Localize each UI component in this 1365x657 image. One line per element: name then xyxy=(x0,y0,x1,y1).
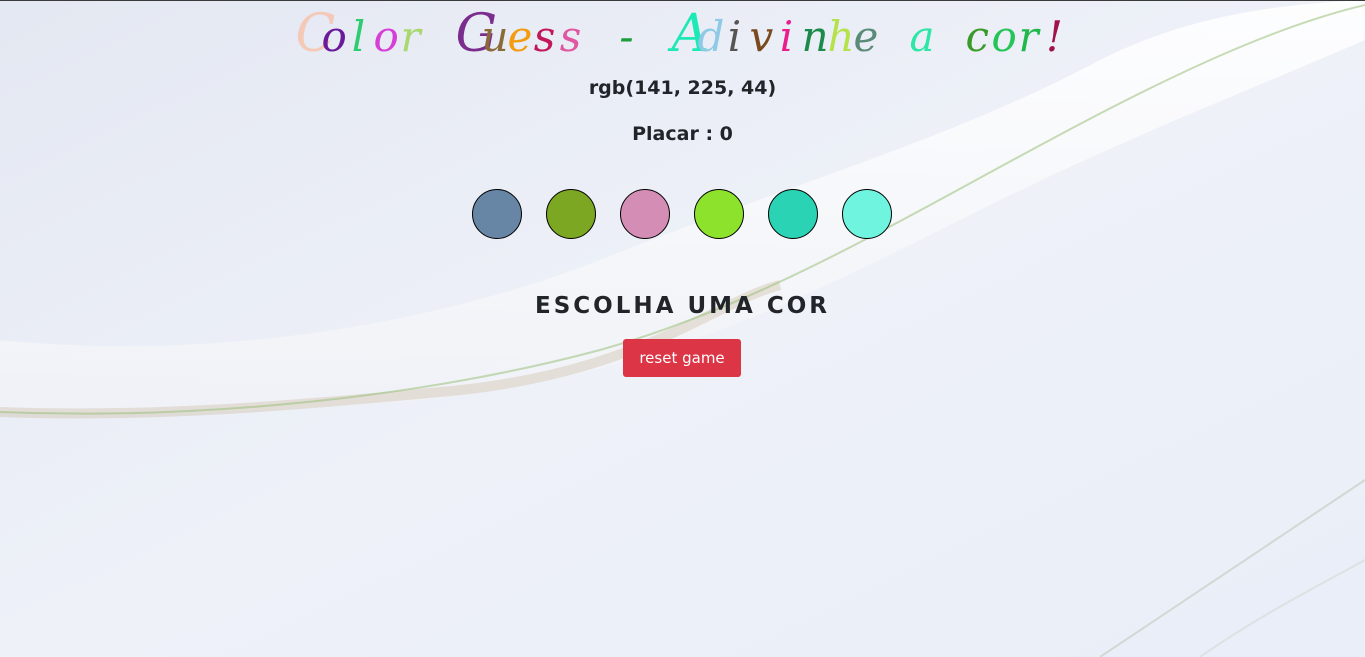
title-letter: u xyxy=(481,12,513,61)
color-option-4[interactable] xyxy=(694,189,744,239)
title-letter: i xyxy=(779,12,798,61)
title-letter: A xyxy=(671,4,714,64)
color-options xyxy=(472,189,892,239)
title-letter: r xyxy=(400,12,425,61)
top-border xyxy=(0,0,1365,1)
color-option-6[interactable] xyxy=(842,189,892,239)
title-letter: o xyxy=(321,12,351,61)
title-letter: s xyxy=(533,12,560,61)
reset-game-button[interactable]: reset game xyxy=(623,339,741,377)
color-option-5[interactable] xyxy=(768,189,818,239)
score-display: Placar : 0 xyxy=(632,123,733,145)
color-option-2[interactable] xyxy=(546,189,596,239)
status-message: ESCOLHA UMA COR xyxy=(535,293,830,319)
title-letter: - xyxy=(619,12,638,61)
title-letter: o xyxy=(373,12,403,61)
title-letter: e xyxy=(507,12,537,61)
title-letter: e xyxy=(853,12,883,61)
title-letter xyxy=(642,7,672,67)
title-letter: h xyxy=(827,12,859,61)
title-letter: l xyxy=(351,12,370,61)
title-letter xyxy=(880,7,910,67)
title-letter xyxy=(426,7,456,67)
title-letter xyxy=(936,7,966,67)
title-letter: i xyxy=(727,12,746,61)
title-letter: n xyxy=(801,12,833,61)
game-container: Col or Guess - Adi vi nhe a cor! rgb(141, 2… xyxy=(0,0,1365,657)
title-letter: s xyxy=(559,12,586,61)
title-letter xyxy=(586,7,616,67)
color-option-3[interactable] xyxy=(620,189,670,239)
title-letter: d xyxy=(697,12,729,61)
color-option-1[interactable] xyxy=(472,189,522,239)
title-letter: v xyxy=(749,12,778,61)
title-letter: G xyxy=(455,4,502,64)
target-rgb-display: rgb(141, 225, 44) xyxy=(588,77,777,99)
title-letter: a xyxy=(909,12,939,61)
game-title: Col or Guess - Adi vi nhe a cor! xyxy=(0,4,1365,67)
title-letter: C xyxy=(295,4,340,64)
title-letter: r xyxy=(1018,12,1043,61)
title-letter: ! xyxy=(1046,12,1067,61)
title-letter: c xyxy=(965,12,994,61)
title-letter: o xyxy=(991,12,1021,61)
